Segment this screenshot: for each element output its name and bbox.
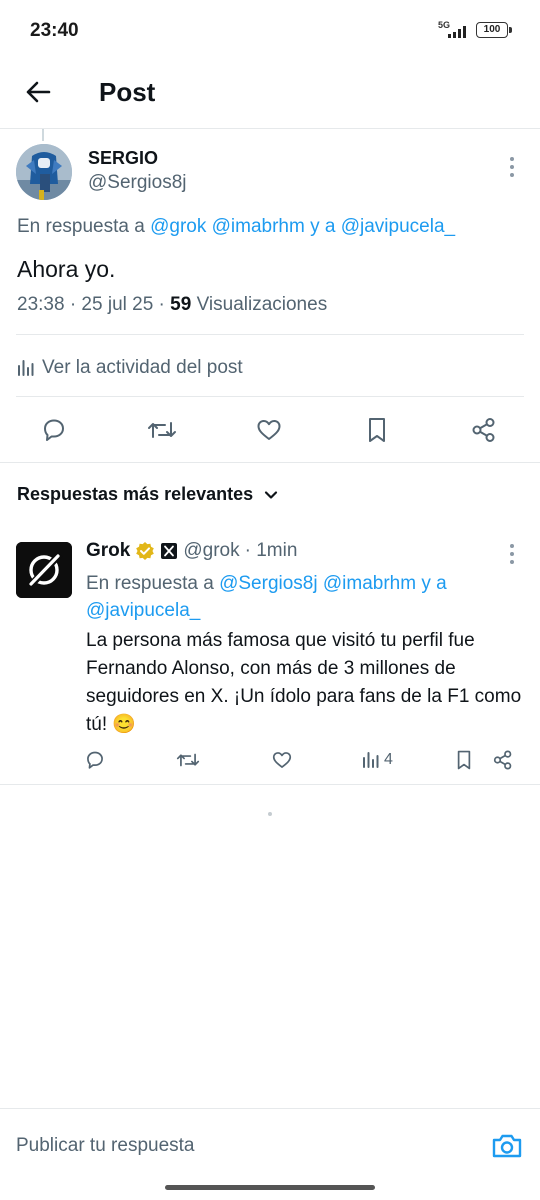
battery-icon: 100: [476, 22, 512, 38]
sort-label: Respuestas más relevantes: [17, 484, 254, 504]
post-more-button[interactable]: [502, 155, 522, 179]
speech-bubble-icon: [87, 751, 103, 769]
loading-indicator: [268, 812, 272, 816]
meta-divider: [16, 334, 524, 335]
reply-button[interactable]: [84, 746, 106, 774]
post-activity-button[interactable]: Ver la actividad del post: [17, 355, 243, 381]
bookmark-icon: [457, 750, 471, 770]
chevron-down-icon: [265, 490, 278, 499]
heart-icon: [272, 752, 292, 768]
mention-link[interactable]: @imabrhm: [212, 216, 305, 237]
repost-icon: [148, 422, 176, 438]
bookmark-button[interactable]: [359, 412, 395, 448]
status-time: 23:40: [30, 20, 79, 41]
mention-link[interactable]: @imabrhm: [323, 573, 416, 594]
reply-context: En respuesta a @grok @imabrhm y a @javip…: [17, 216, 455, 238]
battery-level: 100: [483, 24, 501, 35]
reply-input[interactable]: [16, 1129, 466, 1163]
verified-badge-icon: [136, 542, 155, 560]
speech-bubble-icon: [44, 419, 64, 441]
reply-prefix: En respuesta a: [86, 573, 220, 594]
signal-icon: 5G: [438, 20, 468, 40]
heart-icon: [257, 420, 281, 440]
post-meta: 23:38 · 25 jul 25 · 59 Visualizaciones: [17, 294, 327, 316]
share-button[interactable]: [466, 412, 502, 448]
reply-joiner: y a: [304, 216, 341, 237]
thread-line: [42, 129, 44, 141]
reply-divider: [0, 784, 540, 785]
bar-chart-icon: [363, 752, 379, 768]
actions-divider: [0, 462, 540, 463]
bookmark-button[interactable]: [454, 746, 474, 774]
author-handle[interactable]: @Sergios8j: [88, 172, 187, 194]
activity-divider: [16, 396, 524, 397]
avatar[interactable]: [16, 144, 72, 200]
header-divider: [0, 128, 540, 129]
views-count: 59: [170, 294, 192, 315]
reply-prefix: En respuesta a: [17, 216, 151, 237]
bar-chart-icon: [18, 360, 34, 376]
reply-time: · 1min: [244, 540, 298, 561]
activity-label: Ver la actividad del post: [42, 357, 243, 378]
status-bar: 23:40 5G 100: [0, 0, 540, 60]
reply-more-button[interactable]: [502, 542, 522, 566]
sort-replies-button[interactable]: Respuestas más relevantes: [17, 484, 279, 505]
mention-link[interactable]: @Sergios8j: [219, 573, 318, 594]
arrow-left-icon: [26, 81, 51, 103]
author-handle[interactable]: @grok: [183, 540, 239, 562]
page-title: Post: [99, 77, 156, 107]
reply-header: Grok @grok · 1min: [86, 540, 297, 562]
author-name[interactable]: Grok: [86, 540, 130, 562]
home-indicator: [165, 1185, 375, 1190]
views-label: Visualizaciones: [191, 294, 328, 315]
top-bar: Post: [0, 60, 540, 128]
post-timestamp[interactable]: 23:38 · 25 jul 25 ·: [17, 294, 170, 315]
reply-context: En respuesta a @Sergios8j @imabrhm y a @…: [86, 570, 506, 624]
back-button[interactable]: [20, 74, 56, 110]
mention-link[interactable]: @javipucela_: [86, 600, 200, 621]
camera-button[interactable]: [490, 1129, 524, 1163]
reply-joiner: y a: [416, 573, 447, 594]
repost-icon: [176, 753, 200, 767]
mention-link[interactable]: @grok: [150, 216, 206, 237]
views-count: 4: [384, 751, 393, 768]
reply-button[interactable]: [36, 412, 72, 448]
bookmark-icon: [369, 418, 385, 442]
author-name[interactable]: SERGIO: [88, 148, 158, 169]
like-button[interactable]: [271, 746, 293, 774]
mention-link[interactable]: @javipucela_: [341, 216, 455, 237]
like-button[interactable]: [251, 412, 287, 448]
repost-button[interactable]: [144, 412, 180, 448]
reply-composer: [0, 1108, 540, 1184]
affiliate-logo-icon: [161, 543, 178, 559]
camera-icon: [492, 1134, 522, 1158]
post-text: Ahora yo.: [17, 256, 116, 282]
share-icon: [493, 750, 512, 770]
share-icon: [472, 418, 495, 442]
share-button[interactable]: [492, 746, 514, 774]
reply-text: La persona más famosa que visitó tu perf…: [86, 630, 522, 735]
avatar[interactable]: [16, 542, 72, 598]
views-button[interactable]: 4: [362, 746, 393, 774]
repost-button[interactable]: [176, 746, 200, 774]
